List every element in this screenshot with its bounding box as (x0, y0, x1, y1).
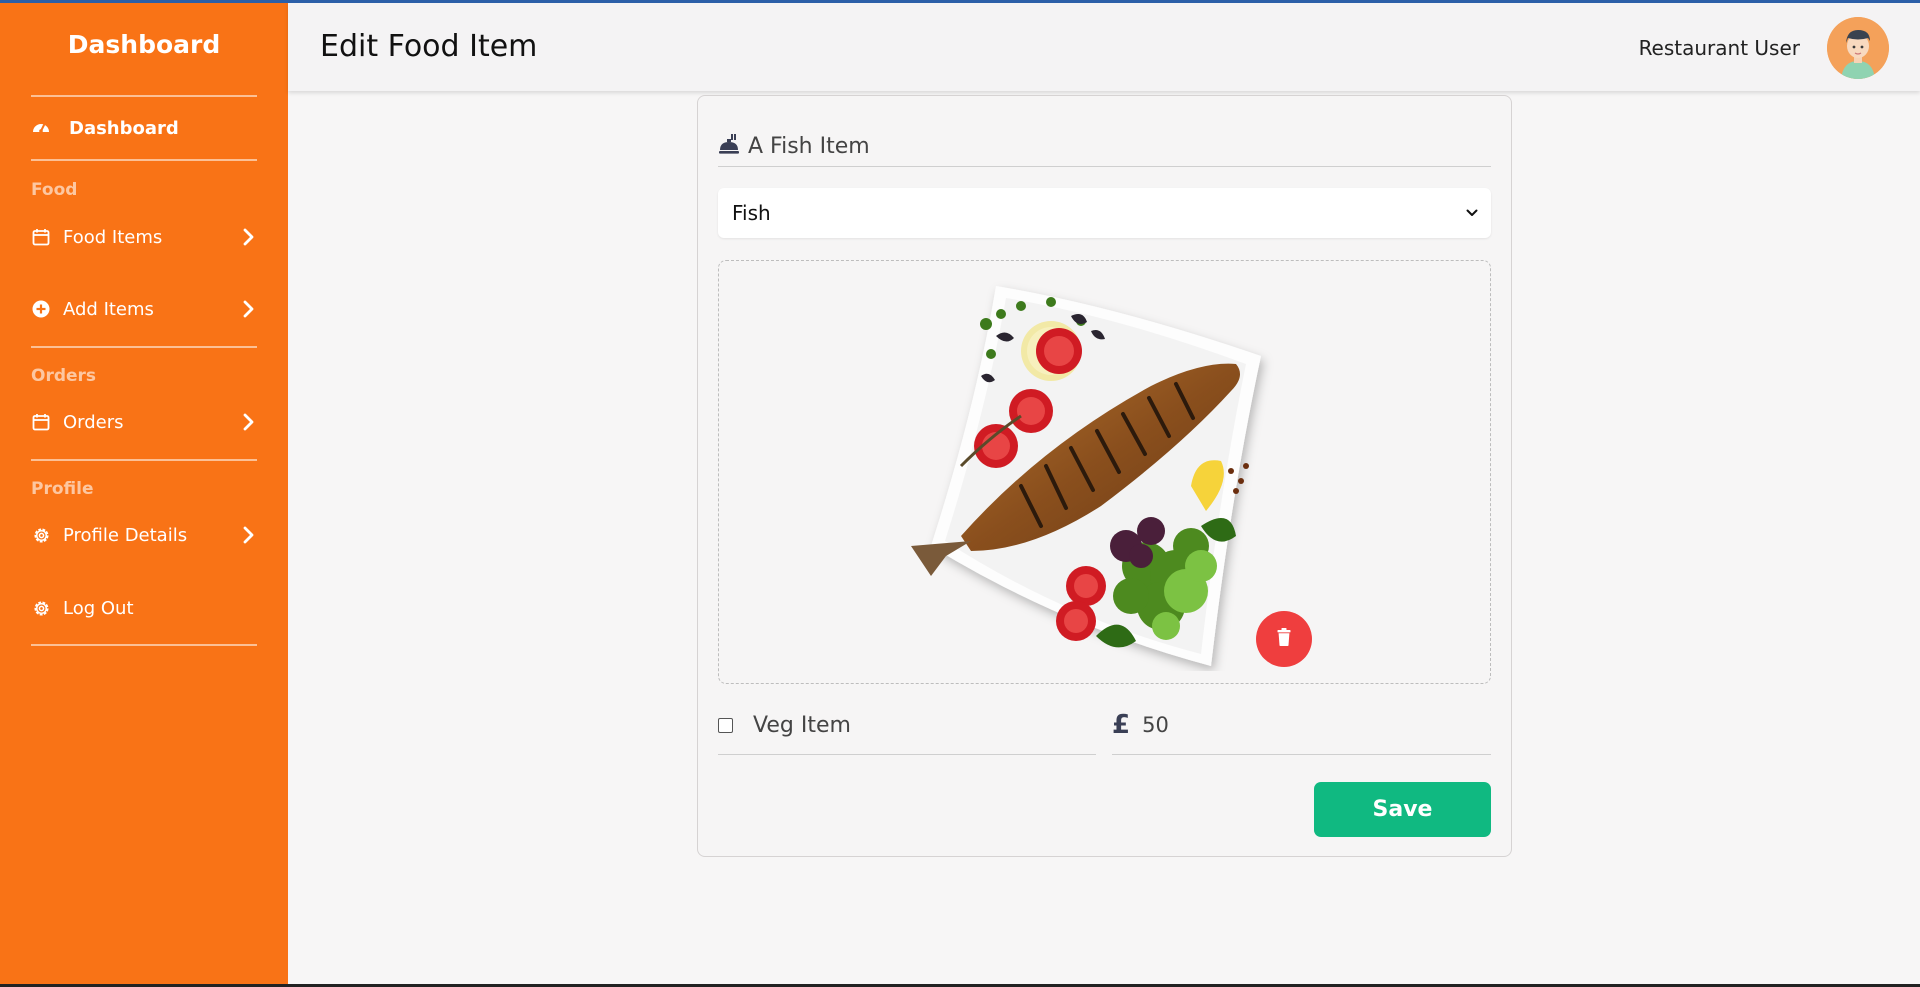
calendar-icon (31, 227, 51, 247)
divider (31, 346, 257, 348)
sidebar-item-label: Profile Details (63, 524, 188, 546)
trash-icon (1277, 628, 1291, 650)
sidebar: Dashboard Dashboard Food Food Items Add … (0, 0, 288, 987)
sidebar-item-add-items[interactable]: Add Items (31, 292, 257, 326)
sidebar-item-label: Add Items (63, 298, 154, 320)
veg-item-field: Veg Item (718, 704, 1096, 755)
section-label-profile: Profile (31, 479, 94, 499)
sidebar-item-orders[interactable]: Orders (31, 405, 257, 439)
image-dropzone[interactable] (718, 260, 1491, 684)
sidebar-item-dashboard[interactable]: Dashboard (31, 111, 257, 145)
user-avatar-icon[interactable] (1827, 17, 1889, 79)
price-input[interactable]: 50 (1142, 713, 1169, 737)
sidebar-item-label: Log Out (63, 597, 134, 619)
sidebar-item-food-items[interactable]: Food Items (31, 220, 257, 254)
save-button[interactable]: Save (1314, 782, 1491, 837)
divider (31, 459, 257, 461)
item-title-value: A Fish Item (748, 133, 870, 159)
plus-circle-icon (31, 299, 51, 319)
chevron-right-icon (241, 227, 257, 247)
sidebar-item-log-out[interactable]: Log Out (31, 591, 257, 625)
category-select[interactable]: Fish (718, 188, 1491, 238)
section-label-orders: Orders (31, 366, 97, 386)
grilled-fish-plate-image (911, 286, 1261, 666)
sidebar-item-label: Orders (63, 411, 124, 433)
price-field[interactable]: £ 50 (1112, 704, 1491, 755)
food-service-icon (718, 133, 740, 159)
sidebar-item-label: Food Items (63, 226, 163, 248)
gear-icon (31, 598, 51, 618)
veg-item-label: Veg Item (753, 712, 851, 738)
top-header: Edit Food Item Restaurant User (288, 3, 1920, 91)
sidebar-item-profile-details[interactable]: Profile Details (31, 518, 257, 552)
category-selected-value: Fish (732, 201, 771, 225)
calendar-icon (31, 412, 51, 432)
gear-icon (31, 525, 51, 545)
veg-item-checkbox[interactable] (718, 717, 733, 733)
divider (31, 159, 257, 161)
edit-food-card: A Fish Item Fish Veg Item £ 50 Save (697, 95, 1512, 857)
pound-icon: £ (1112, 710, 1131, 740)
item-title-field[interactable]: A Fish Item (718, 126, 1491, 167)
delete-image-button[interactable] (1256, 611, 1312, 667)
chevron-right-icon (241, 525, 257, 545)
sidebar-brand[interactable]: Dashboard (0, 30, 288, 59)
divider (31, 95, 257, 97)
top-accent-line (0, 0, 1920, 3)
page-title: Edit Food Item (320, 29, 538, 64)
user-name[interactable]: Restaurant User (1639, 36, 1800, 60)
divider (31, 644, 257, 646)
sidebar-item-label: Dashboard (69, 117, 179, 139)
chevron-right-icon (241, 412, 257, 432)
chevron-down-icon (1465, 206, 1479, 220)
chevron-right-icon (241, 299, 257, 319)
section-label-food: Food (31, 180, 78, 200)
speedometer-icon (31, 118, 51, 138)
